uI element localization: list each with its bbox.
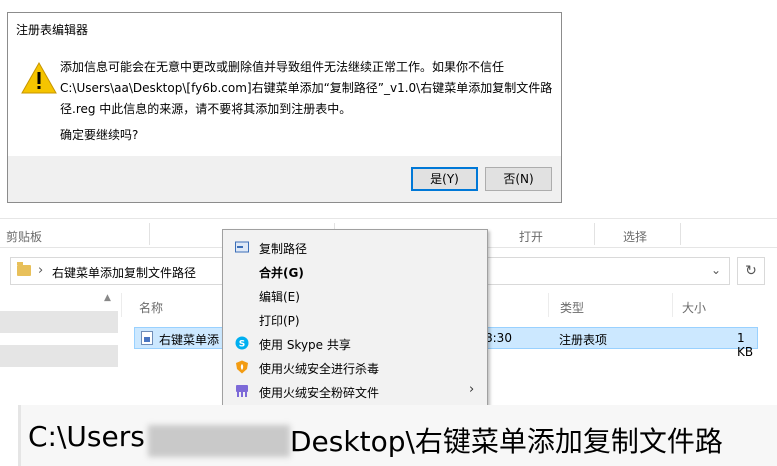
file-modified-time: 8:30 <box>485 331 512 345</box>
file-type: 注册表项 <box>559 333 608 347</box>
no-button[interactable]: 否(N) <box>485 167 552 191</box>
address-path[interactable]: 右键菜单添加复制文件路径 <box>52 264 196 281</box>
nav-item[interactable] <box>0 311 118 333</box>
dialog-confirm-text: 确定要继续吗? <box>60 128 139 142</box>
folder-icon <box>17 262 31 276</box>
column-divider <box>121 293 122 317</box>
zoomed-path-banner: C:\Users Desktop\右键菜单添加复制文件路 <box>0 405 777 466</box>
menu-item-label: 使用火绒安全粉碎文件 <box>259 386 380 400</box>
column-divider <box>672 293 673 317</box>
huorong-shield-icon <box>236 360 248 374</box>
nav-item[interactable] <box>0 345 118 367</box>
submenu-arrow-icon: › <box>469 382 475 397</box>
menu-item-huorong-shred[interactable]: 使用火绒安全粉碎文件 › <box>223 379 487 403</box>
menu-item-label: 编辑(E) <box>259 290 300 304</box>
column-header-type[interactable]: 类型 <box>560 299 584 316</box>
menu-item-label: 打印(P) <box>259 314 300 328</box>
huorong-shred-icon <box>236 385 248 397</box>
skype-icon: S <box>235 336 249 350</box>
menu-item-skype-share[interactable]: S 使用 Skype 共享 <box>223 331 487 355</box>
dialog-footer: 是(Y) 否(N) <box>8 156 561 202</box>
warning-icon <box>21 61 57 94</box>
menu-item-label: 合并(G) <box>259 266 304 280</box>
ribbon-divider <box>680 223 681 245</box>
menu-item-print[interactable]: 打印(P) <box>223 307 487 331</box>
redacted-username <box>148 425 290 457</box>
menu-item-label: 复制路径 <box>259 242 308 256</box>
column-header-name[interactable]: 名称 <box>139 299 163 316</box>
copy-path-icon <box>235 241 249 253</box>
registry-file-icon <box>141 331 153 345</box>
menu-item-huorong-scan[interactable]: 使用火绒安全进行杀毒 <box>223 355 487 379</box>
ribbon-group-open: 打开 <box>519 230 544 244</box>
menu-item-label: 使用火绒安全进行杀毒 <box>259 362 380 376</box>
zoomed-path-end: Desktop\右键菜单添加复制文件路 <box>290 425 723 458</box>
ribbon-group-select: 选择 <box>623 230 648 244</box>
chevron-down-icon[interactable]: ⌄ <box>711 263 721 277</box>
menu-item-copy-path[interactable]: 复制路径 <box>223 235 487 259</box>
menu-item-edit[interactable]: 编辑(E) <box>223 283 487 307</box>
ribbon-divider <box>149 223 150 245</box>
column-header-size[interactable]: 大小 <box>682 299 706 316</box>
ribbon-divider <box>594 223 595 245</box>
zoomed-path-start: C:\Users <box>28 420 145 453</box>
dialog-message: 添加信息可能会在无意中更改或删除值并导致组件无法继续正常工作。如果你不信任 C:… <box>60 60 553 116</box>
file-name: 右键菜单添 <box>159 333 220 347</box>
context-menu: 复制路径 合并(G) 编辑(E) 打印(P) S 使用 Skype 共享 使用火… <box>222 229 488 409</box>
file-size: 1 KB <box>737 331 754 359</box>
navigation-pane <box>0 291 119 409</box>
menu-item-merge[interactable]: 合并(G) <box>223 259 487 283</box>
scroll-up-arrow-icon[interactable]: ▲ <box>104 293 111 303</box>
registry-editor-dialog: 注册表编辑器 添加信息可能会在无意中更改或删除值并导致组件无法继续正常工作。如果… <box>7 12 562 203</box>
ribbon-group-clipboard: 剪贴板 <box>6 230 43 244</box>
breadcrumb-chevron-icon[interactable]: › <box>38 263 43 278</box>
svg-text:S: S <box>239 340 245 350</box>
dialog-title: 注册表编辑器 <box>16 23 89 37</box>
yes-button[interactable]: 是(Y) <box>411 167 478 191</box>
column-divider <box>548 293 549 317</box>
refresh-button[interactable]: ↻ <box>737 257 765 285</box>
menu-item-label: 使用 Skype 共享 <box>259 338 351 352</box>
